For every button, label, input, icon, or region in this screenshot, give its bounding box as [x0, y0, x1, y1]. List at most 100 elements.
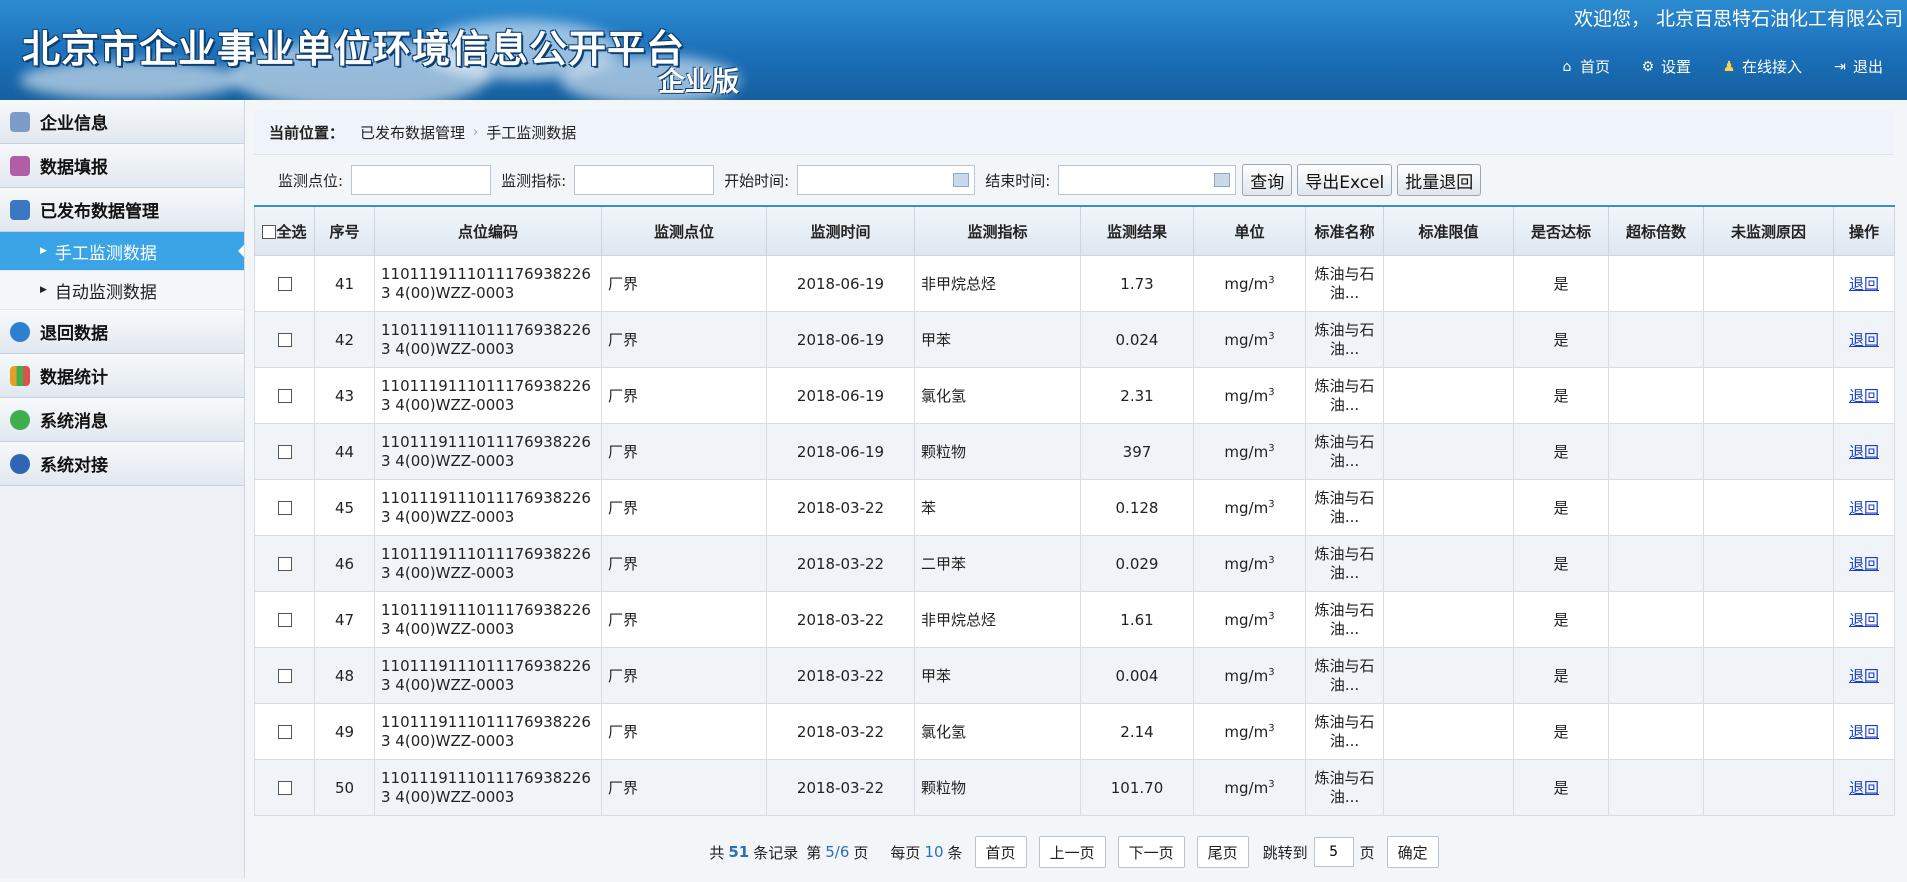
row-checkbox[interactable]	[277, 333, 292, 347]
breadcrumb-parent[interactable]: 已发布数据管理	[360, 122, 465, 143]
return-link[interactable]: 退回	[1849, 667, 1879, 685]
standard-name-cell: 炼油与石油...	[1305, 423, 1384, 480]
point-code-cell: 11011191110111769382263 4(00)WZZ-0003	[374, 647, 602, 704]
sidebar-subitem-manual-monitoring[interactable]: ▶ 手工监测数据	[0, 232, 244, 271]
export-excel-button[interactable]: 导出Excel	[1297, 164, 1393, 196]
pager-per-count: 10	[924, 843, 944, 861]
row-checkbox[interactable]	[277, 501, 292, 515]
action-cell: 退回	[1833, 423, 1895, 480]
unit-text: mg/m	[1224, 274, 1269, 293]
row-checkbox[interactable]	[277, 445, 292, 459]
jump-page-input[interactable]	[1313, 837, 1354, 867]
pager-per-suffix: 条	[947, 843, 963, 862]
unit-text: mg/m	[1224, 386, 1269, 405]
nav-home-link[interactable]: ⌂ 首页	[1559, 56, 1609, 77]
unit-cell: mg/m3	[1193, 479, 1306, 536]
column-header: 序号	[314, 205, 375, 256]
is-compliant-cell: 是	[1513, 535, 1609, 592]
exceed-multiple-cell	[1608, 703, 1704, 760]
unit-cell: mg/m3	[1193, 255, 1306, 312]
row-checkbox[interactable]	[277, 613, 292, 627]
column-header: 标准限值	[1383, 205, 1514, 256]
last-page-button[interactable]: 尾页	[1196, 836, 1249, 868]
unit-exponent: 3	[1268, 442, 1275, 454]
sidebar-item-company-info[interactable]: 企业信息	[0, 100, 244, 144]
table-row: 48 11011191110111769382263 4(00)WZZ-0003 厂…	[254, 647, 1895, 704]
unit-cell: mg/m3	[1193, 535, 1306, 592]
return-link[interactable]: 退回	[1849, 275, 1879, 293]
sidebar-item-messages[interactable]: 系统消息	[0, 398, 244, 442]
monitoring-result-cell: 2.14	[1080, 703, 1194, 760]
return-link[interactable]: 退回	[1849, 331, 1879, 349]
unit-exponent: 3	[1268, 722, 1275, 734]
row-number-cell: 48	[314, 647, 375, 704]
data-table: 全选 序号 点位编码 监测点位 监测时间 监测指标 监测结果 单位 标准名称 标…	[254, 205, 1895, 816]
query-button[interactable]: 查询	[1242, 164, 1293, 196]
column-header: 监测指标	[914, 205, 1081, 256]
nav-logout-link[interactable]: ⇥ 退出	[1832, 56, 1883, 77]
standard-name-cell: 炼油与石油...	[1305, 255, 1384, 312]
row-checkbox[interactable]	[277, 557, 292, 571]
sidebar-item-integration[interactable]: 系统对接	[0, 442, 244, 486]
point-code-cell: 11011191110111769382263 4(00)WZZ-0003	[374, 703, 602, 760]
point-filter-input[interactable]	[351, 165, 492, 195]
row-number-cell: 47	[314, 591, 375, 648]
row-checkbox[interactable]	[277, 277, 292, 291]
welcome-text: 欢迎您， 北京百思特石油化工有限公司	[1573, 8, 1903, 30]
exceed-multiple-cell	[1608, 591, 1704, 648]
row-number-cell: 50	[314, 759, 375, 816]
column-header: 单位	[1193, 205, 1306, 256]
return-link[interactable]: 退回	[1849, 723, 1879, 741]
row-checkbox[interactable]	[277, 781, 292, 795]
nav-online-link[interactable]: ♟ 在线接入	[1721, 56, 1802, 77]
point-code-cell: 11011191110111769382263 4(00)WZZ-0003	[374, 591, 602, 648]
row-checkbox[interactable]	[277, 669, 292, 683]
return-link[interactable]: 退回	[1849, 499, 1879, 517]
monitoring-point-cell: 厂界	[601, 423, 767, 480]
prev-page-button[interactable]: 上一页	[1038, 836, 1106, 868]
end-time-picker[interactable]	[1058, 165, 1237, 195]
table-row: 41 11011191110111769382263 4(00)WZZ-0003 厂…	[254, 255, 1895, 312]
nav-online-label: 在线接入	[1741, 58, 1802, 76]
return-link[interactable]: 退回	[1849, 555, 1879, 573]
calendar-icon[interactable]	[1214, 173, 1231, 187]
monitoring-point-cell: 厂界	[601, 367, 767, 424]
database-add-icon	[10, 155, 30, 176]
end-time-input[interactable]	[1058, 165, 1237, 195]
next-page-button[interactable]: 下一页	[1117, 836, 1185, 868]
start-time-input[interactable]	[797, 165, 976, 195]
return-link[interactable]: 退回	[1849, 779, 1879, 797]
table-row: 42 11011191110111769382263 4(00)WZZ-0003 厂…	[254, 311, 1895, 368]
calendar-icon[interactable]	[953, 173, 970, 187]
row-select-cell	[254, 423, 315, 480]
sidebar-item-statistics[interactable]: 数据统计	[0, 354, 244, 398]
row-checkbox[interactable]	[277, 389, 292, 403]
sidebar-item-published-data[interactable]: 已发布数据管理	[0, 188, 244, 232]
sidebar-item-label: 企业信息	[40, 114, 108, 134]
jump-confirm-button[interactable]: 确定	[1386, 836, 1439, 868]
select-all-label: 全选	[276, 222, 307, 241]
point-filter-label: 监测点位:	[278, 171, 344, 190]
unit-cell: mg/m3	[1193, 367, 1306, 424]
row-checkbox[interactable]	[277, 725, 292, 739]
select-all-header[interactable]: 全选	[254, 205, 315, 256]
first-page-button[interactable]: 首页	[974, 836, 1027, 868]
sidebar-item-data-entry[interactable]: 数据填报	[0, 144, 244, 188]
monitoring-time-cell: 2018-06-19	[766, 311, 915, 368]
return-link[interactable]: 退回	[1849, 443, 1879, 461]
start-time-picker[interactable]	[797, 165, 976, 195]
monitoring-point-cell: 厂界	[601, 311, 767, 368]
select-all-checkbox[interactable]	[262, 225, 277, 239]
nav-settings-link[interactable]: ⚙ 设置	[1640, 56, 1691, 77]
unit-text: mg/m	[1224, 610, 1269, 629]
indicator-filter-input[interactable]	[574, 165, 715, 195]
monitoring-time-cell: 2018-03-22	[766, 591, 915, 648]
sidebar-item-returned-data[interactable]: 退回数据	[0, 310, 244, 354]
return-link[interactable]: 退回	[1849, 611, 1879, 629]
batch-return-button[interactable]: 批量退回	[1397, 164, 1482, 196]
sidebar-subitem-auto-monitoring[interactable]: ▶ 自动监测数据	[0, 271, 244, 310]
return-link[interactable]: 退回	[1849, 387, 1879, 405]
breadcrumb: 当前位置： 已发布数据管理 › 手工监测数据	[254, 110, 1894, 155]
jump-suffix: 页	[1359, 843, 1375, 862]
breadcrumb-label: 当前位置：	[269, 123, 345, 142]
